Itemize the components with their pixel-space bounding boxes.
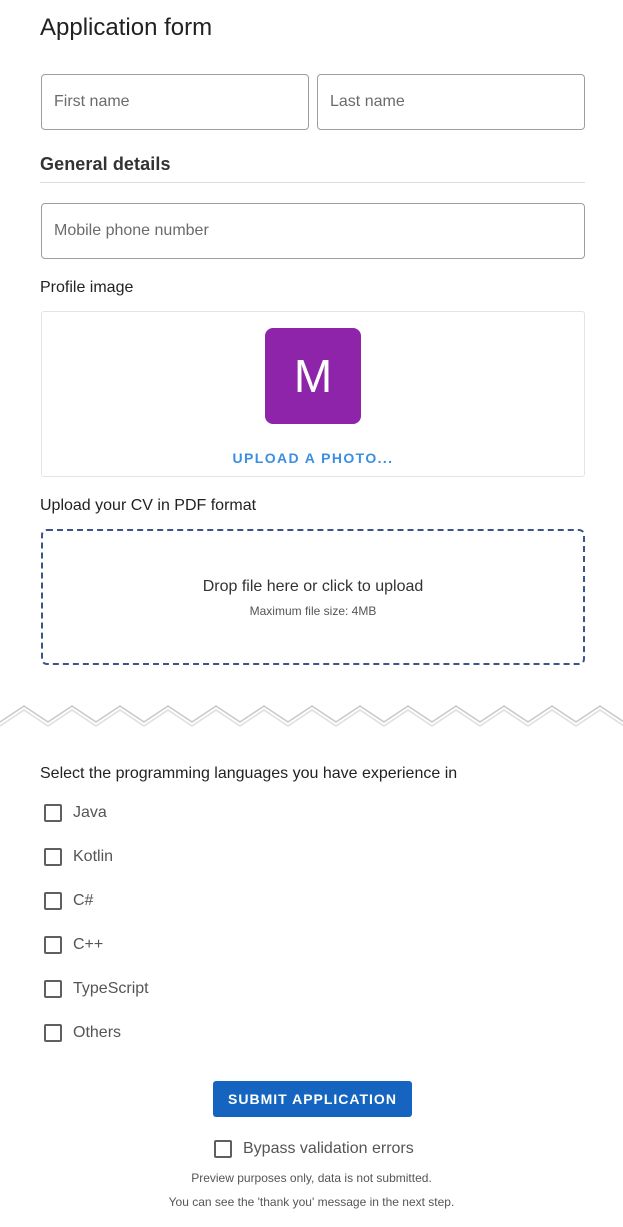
checkbox-box[interactable] bbox=[44, 848, 62, 866]
language-checkbox-cpp[interactable]: C++ bbox=[44, 934, 103, 956]
page-title: Application form bbox=[40, 14, 213, 41]
checkbox-label: C# bbox=[73, 892, 94, 909]
language-checkbox-csharp[interactable]: C# bbox=[44, 890, 93, 912]
cv-dropzone[interactable]: Drop file here or click to upload Maximu… bbox=[41, 529, 585, 665]
submit-button[interactable]: SUBMIT APPLICATION bbox=[213, 1081, 412, 1117]
language-checkbox-java[interactable]: Java bbox=[44, 802, 107, 824]
languages-question: Select the programming languages you hav… bbox=[40, 765, 458, 782]
language-checkbox-others[interactable]: Others bbox=[44, 1022, 121, 1044]
checkbox-label: Java bbox=[73, 804, 107, 821]
phone-input[interactable] bbox=[41, 203, 585, 259]
language-checkbox-kotlin[interactable]: Kotlin bbox=[44, 846, 113, 868]
upload-photo-button[interactable]: UPLOAD A PHOTO... bbox=[42, 450, 584, 466]
profile-image-panel: M UPLOAD A PHOTO... bbox=[41, 311, 585, 477]
bypass-validation-checkbox[interactable]: Bypass validation errors bbox=[214, 1138, 414, 1160]
avatar: M bbox=[265, 328, 361, 424]
checkbox-box[interactable] bbox=[44, 804, 62, 822]
checkbox-label: TypeScript bbox=[73, 980, 149, 997]
checkbox-label: C++ bbox=[73, 936, 104, 953]
zigzag-divider bbox=[0, 705, 623, 727]
bypass-label: Bypass validation errors bbox=[243, 1140, 414, 1157]
preview-note-next-step: You can see the 'thank you' message in t… bbox=[168, 1195, 455, 1209]
dropzone-subtext: Maximum file size: 4MB bbox=[249, 604, 377, 618]
checkbox-box[interactable] bbox=[44, 1024, 62, 1042]
preview-note: Preview purposes only, data is not submi… bbox=[191, 1171, 432, 1185]
general-details-heading: General details bbox=[40, 154, 171, 174]
cv-upload-label: Upload your CV in PDF format bbox=[40, 497, 257, 514]
section-divider bbox=[40, 182, 585, 183]
first-name-input[interactable] bbox=[41, 74, 309, 130]
profile-image-label: Profile image bbox=[40, 279, 134, 296]
checkbox-label: Kotlin bbox=[73, 848, 114, 865]
checkbox-label: Others bbox=[73, 1024, 122, 1041]
checkbox-box[interactable] bbox=[214, 1140, 232, 1158]
language-checkbox-typescript[interactable]: TypeScript bbox=[44, 978, 149, 1000]
checkbox-box[interactable] bbox=[44, 980, 62, 998]
last-name-input[interactable] bbox=[317, 74, 585, 130]
checkbox-box[interactable] bbox=[44, 892, 62, 910]
checkbox-box[interactable] bbox=[44, 936, 62, 954]
dropzone-text: Drop file here or click to upload bbox=[202, 578, 424, 595]
